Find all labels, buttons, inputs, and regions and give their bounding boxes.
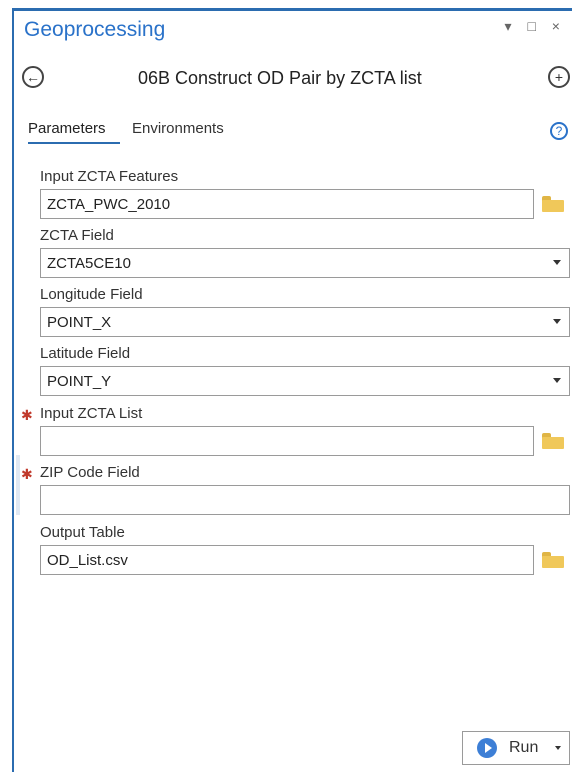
input-zcta-list-field[interactable] <box>40 426 534 456</box>
latitude-field-select[interactable]: POINT_Y <box>40 366 570 396</box>
folder-icon[interactable] <box>542 196 564 212</box>
active-tab-underline <box>28 142 120 144</box>
tab-parameters[interactable]: Parameters <box>28 120 106 137</box>
param-label: Output Table <box>40 524 125 541</box>
longitude-field-select[interactable]: POINT_X <box>40 307 570 337</box>
select-value: POINT_X <box>47 314 112 331</box>
run-label: Run <box>509 739 539 756</box>
tool-name: 06B Construct OD Pair by ZCTA list <box>138 68 422 88</box>
folder-icon[interactable] <box>542 433 564 449</box>
param-label: ZIP Code Field <box>40 464 140 481</box>
input-zcta-features-field[interactable]: ZCTA_PWC_2010 <box>40 189 534 219</box>
select-value: ZCTA5CE10 <box>47 255 131 272</box>
add-icon[interactable]: + <box>548 66 570 88</box>
folder-icon[interactable] <box>542 552 564 568</box>
select-value: POINT_Y <box>47 373 112 390</box>
param-label: ZCTA Field <box>40 227 114 244</box>
pane-title: Geoprocessing <box>24 18 166 41</box>
play-icon <box>477 738 497 758</box>
chevron-down-icon <box>553 378 561 383</box>
focus-accent <box>16 455 20 515</box>
param-label: Latitude Field <box>40 345 131 362</box>
window-controls[interactable]: ▾ □ × <box>505 18 566 35</box>
chevron-down-icon <box>553 260 561 265</box>
zcta-field-select[interactable]: ZCTA5CE10 <box>40 248 570 278</box>
tab-environments[interactable]: Environments <box>132 120 224 137</box>
param-label: Input ZCTA Features <box>40 168 179 185</box>
back-arrow-icon[interactable]: ← <box>22 66 44 88</box>
chevron-down-icon <box>553 319 561 324</box>
param-label: Input ZCTA List <box>40 405 143 422</box>
zip-code-field-input[interactable] <box>40 485 570 515</box>
required-asterisk: ✱ <box>21 466 33 482</box>
chevron-down-icon[interactable] <box>555 746 561 750</box>
run-button[interactable]: Run <box>462 731 570 765</box>
help-icon[interactable]: ? <box>550 122 568 140</box>
required-asterisk: ✱ <box>21 407 33 423</box>
output-table-field[interactable]: OD_List.csv <box>40 545 534 575</box>
param-label: Longitude Field <box>40 286 143 303</box>
